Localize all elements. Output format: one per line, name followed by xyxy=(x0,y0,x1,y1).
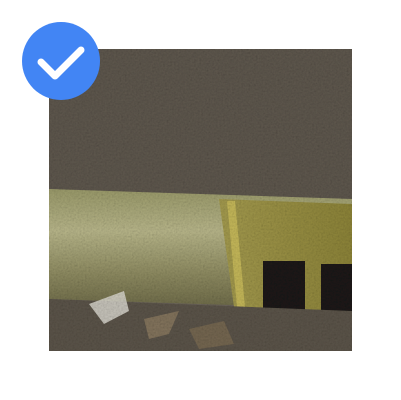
image-grid-stage xyxy=(0,0,401,400)
checkmark-circle-icon[interactable] xyxy=(22,22,100,100)
